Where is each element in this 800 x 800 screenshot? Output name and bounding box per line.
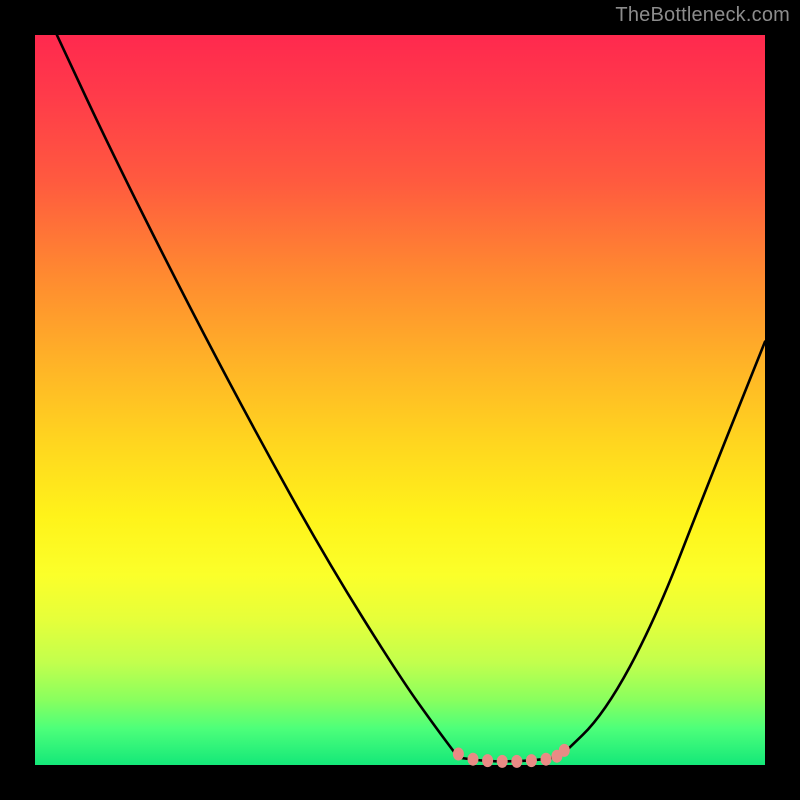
page-root: TheBottleneck.com xyxy=(0,0,800,800)
marker-dot xyxy=(511,755,522,768)
attribution-text: TheBottleneck.com xyxy=(615,4,790,27)
bottleneck-curve xyxy=(57,35,765,761)
marker-dot xyxy=(468,753,479,766)
marker-dot xyxy=(482,754,493,767)
chart-svg xyxy=(35,35,765,765)
marker-dot xyxy=(497,755,508,768)
marker-dot xyxy=(453,748,464,761)
chart-area xyxy=(35,35,765,765)
marker-dot xyxy=(526,754,537,767)
bottleneck-markers xyxy=(453,744,570,768)
marker-dot xyxy=(559,744,570,757)
marker-dot xyxy=(541,753,552,766)
